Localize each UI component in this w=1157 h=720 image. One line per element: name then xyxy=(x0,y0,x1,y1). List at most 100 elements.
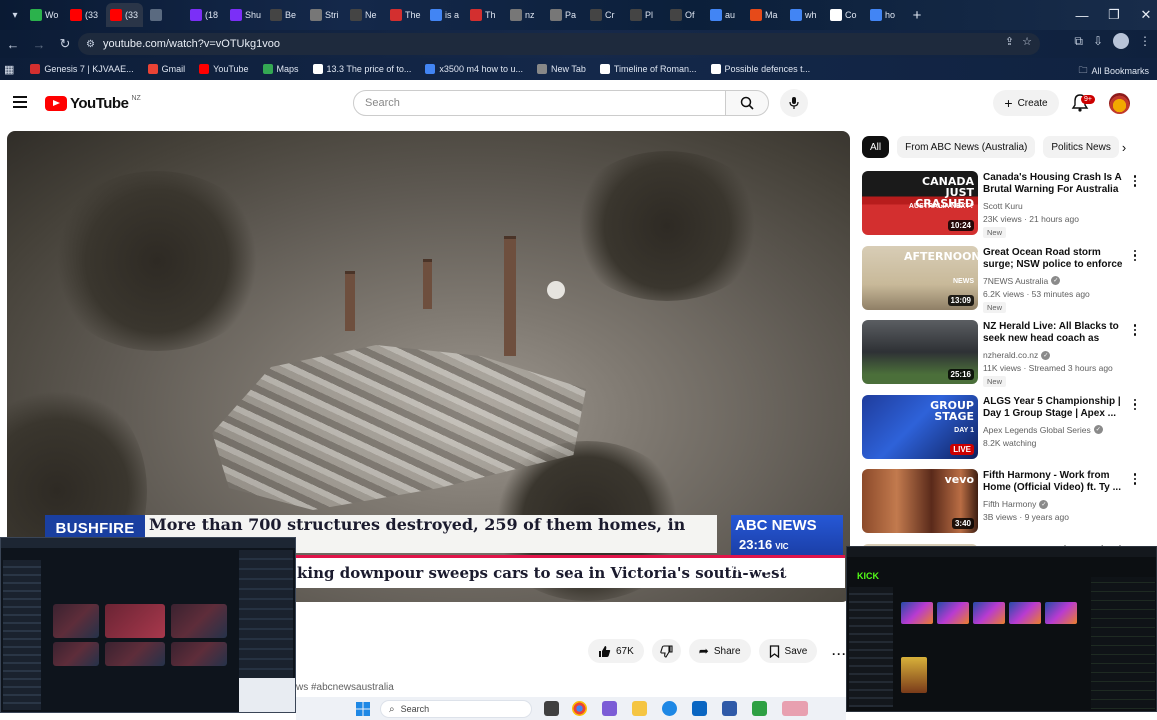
taskbar-search[interactable]: ⌕ Search xyxy=(380,700,532,718)
browser-tab[interactable]: Ma xyxy=(746,3,783,27)
browser-tab[interactable]: wh xyxy=(786,3,823,27)
new-tab-button[interactable]: + xyxy=(906,7,928,24)
browser-tab[interactable] xyxy=(146,3,183,27)
search-input[interactable]: Search xyxy=(353,90,726,116)
browser-tab[interactable]: ho xyxy=(866,3,903,27)
bookmark-star-icon[interactable]: ☆ xyxy=(1022,35,1032,48)
channel-name-row[interactable]: 7NEWS Australia ✓ xyxy=(983,276,1061,286)
task-view-icon[interactable] xyxy=(544,701,559,716)
browser-tab[interactable]: Of xyxy=(666,3,703,27)
autoplay-toggle-icon[interactable]: ▶ xyxy=(687,574,696,591)
browser-tab[interactable]: (33 xyxy=(106,3,143,27)
miniplayer-icon[interactable]: ▭ xyxy=(785,574,796,591)
all-bookmarks-button[interactable]: 🗀 All Bookmarks xyxy=(1078,63,1149,79)
browser-tab[interactable]: Shu xyxy=(226,3,263,27)
browser-tab[interactable]: Stri xyxy=(306,3,343,27)
recommendation-title[interactable]: Canada's Housing Crash Is A Brutal Warni… xyxy=(983,172,1126,196)
browser-menu-icon[interactable]: ⋮ xyxy=(1139,34,1151,48)
app-icon[interactable] xyxy=(752,701,767,716)
captions-icon[interactable]: ㏄ xyxy=(718,574,730,591)
reload-icon[interactable]: ↻ xyxy=(52,31,78,57)
app-icon[interactable] xyxy=(692,701,707,716)
video-thumbnail[interactable]: CANADA JUST CRASHED AUSTRALIA NEXT? 10:24 xyxy=(862,171,978,235)
more-options-icon[interactable] xyxy=(1130,472,1140,486)
recommendation-item[interactable]: GROUP STAGE DAY 1 LIVE ALGS Year 5 Champion… xyxy=(862,394,1147,469)
browser-tab[interactable]: Wo xyxy=(26,3,63,27)
voice-search-button[interactable] xyxy=(780,89,808,117)
video-thumbnail[interactable]: AFTERNOON NEWS 13:09 xyxy=(862,245,978,310)
recommendation-title[interactable]: NZ Herald Live: All Blacks to seek new h… xyxy=(983,321,1126,345)
browser-tab[interactable]: (18 xyxy=(186,3,223,27)
bookmark-item[interactable]: YouTube xyxy=(199,64,249,74)
browser-tab[interactable]: Ne xyxy=(346,3,383,27)
settings-gear-icon[interactable]: ⚙ xyxy=(752,574,763,591)
browser-tab[interactable]: au xyxy=(706,3,743,27)
more-options-icon[interactable] xyxy=(1130,398,1140,412)
recommendation-title[interactable]: Fifth Harmony - Work from Home (Official… xyxy=(983,470,1126,494)
bookmark-item[interactable]: Timeline of Roman... xyxy=(599,64,697,74)
video-thumbnail[interactable]: 25:16 xyxy=(862,320,978,384)
filter-chip[interactable]: All xyxy=(862,136,890,158)
app-icon[interactable] xyxy=(602,701,617,716)
site-info-icon[interactable]: ⚙ xyxy=(86,39,95,50)
browser-tab[interactable]: Cr xyxy=(586,3,623,27)
app-icon[interactable] xyxy=(782,701,808,716)
channel-name-row[interactable]: nzherald.co.nz ✓ xyxy=(983,350,1051,360)
recommendation-item[interactable]: 25:16 NZ Herald Live: All Blacks to seek … xyxy=(862,319,1147,394)
bookmark-item[interactable]: New Tab xyxy=(536,64,586,74)
more-options-icon[interactable] xyxy=(1130,174,1140,188)
chevron-right-icon[interactable]: › xyxy=(1115,138,1133,156)
bookmark-item[interactable]: Genesis 7 | KJVAAE... xyxy=(30,64,134,74)
filter-chip[interactable]: Politics News xyxy=(1043,136,1119,158)
more-options-icon[interactable] xyxy=(1130,249,1140,263)
recommendation-item[interactable]: CANADA JUST CRASHED AUSTRALIA NEXT? 10:24 C… xyxy=(862,170,1147,245)
forward-icon[interactable]: → xyxy=(26,31,52,57)
bookmark-item[interactable]: 13.3 The price of to... xyxy=(312,64,411,74)
browser-tab[interactable]: Co xyxy=(826,3,863,27)
filter-chip[interactable]: From ABC News (Australia) xyxy=(897,136,1036,158)
more-options-icon[interactable] xyxy=(1130,323,1140,337)
video-player[interactable]: BUSHFIRE More than 700 structures destro… xyxy=(7,131,850,602)
install-app-icon[interactable]: ⇪ xyxy=(1005,35,1014,48)
channel-name-row[interactable]: Fifth Harmony ✓ xyxy=(983,499,1049,509)
app-icon[interactable] xyxy=(722,701,737,716)
file-explorer-icon[interactable] xyxy=(632,701,647,716)
browser-tab[interactable]: The xyxy=(386,3,423,27)
channel-name-row[interactable]: Apex Legends Global Series ✓ xyxy=(983,425,1103,435)
bookmark-item[interactable]: Gmail xyxy=(147,64,185,74)
bookmark-item[interactable]: x3500 m4 how to u... xyxy=(425,64,523,74)
fullscreen-icon[interactable]: ⤢ xyxy=(818,574,828,591)
windows-start-icon[interactable] xyxy=(356,702,370,716)
back-icon[interactable]: ← xyxy=(0,31,26,57)
video-thumbnail[interactable]: vevo 3:40 xyxy=(862,469,978,533)
browser-tab[interactable]: nz xyxy=(506,3,543,27)
browser-tab[interactable]: Th xyxy=(466,3,503,27)
browser-tab[interactable]: Pa xyxy=(546,3,583,27)
profile-icon[interactable] xyxy=(1113,33,1129,49)
browser-tab[interactable]: is a xyxy=(426,3,463,27)
browser-tab[interactable]: Pl xyxy=(626,3,663,27)
save-button[interactable]: Save xyxy=(758,639,818,663)
menu-icon[interactable] xyxy=(13,96,27,108)
close-window-icon[interactable]: ✕ xyxy=(1130,0,1157,30)
browser-tab[interactable]: (33 xyxy=(66,3,103,27)
chrome-icon[interactable] xyxy=(572,701,587,716)
recommendation-title[interactable]: Great Ocean Road storm surge; NSW police… xyxy=(983,247,1126,271)
minimize-icon[interactable]: — xyxy=(1066,0,1098,30)
recommendation-item[interactable]: vevo 3:40 Fifth Harmony - Work from Home (… xyxy=(862,468,1147,543)
bookmark-item[interactable]: Maps xyxy=(262,64,299,74)
account-avatar[interactable] xyxy=(1109,93,1130,114)
like-button[interactable]: 67K xyxy=(588,639,644,663)
dislike-button[interactable] xyxy=(651,639,681,663)
browser-tab[interactable]: Be xyxy=(266,3,303,27)
maximize-icon[interactable]: ❐ xyxy=(1098,0,1130,30)
downloads-icon[interactable]: ⇩ xyxy=(1093,34,1103,48)
apps-grid-icon[interactable]: ▦ xyxy=(4,63,14,76)
channel-name-row[interactable]: Scott Kuru xyxy=(983,201,1023,211)
create-button[interactable]: + Create xyxy=(993,90,1059,116)
edge-icon[interactable] xyxy=(662,701,677,716)
share-button[interactable]: ➦ Share xyxy=(688,639,751,663)
address-bar[interactable]: ⚙ youtube.com/watch?v=vOTUkg1voo ⇪ ☆ xyxy=(78,33,1040,55)
youtube-logo[interactable]: YouTube NZ xyxy=(45,95,141,112)
video-hashtags[interactable]: ws #abcnewsaustralia xyxy=(296,682,394,693)
